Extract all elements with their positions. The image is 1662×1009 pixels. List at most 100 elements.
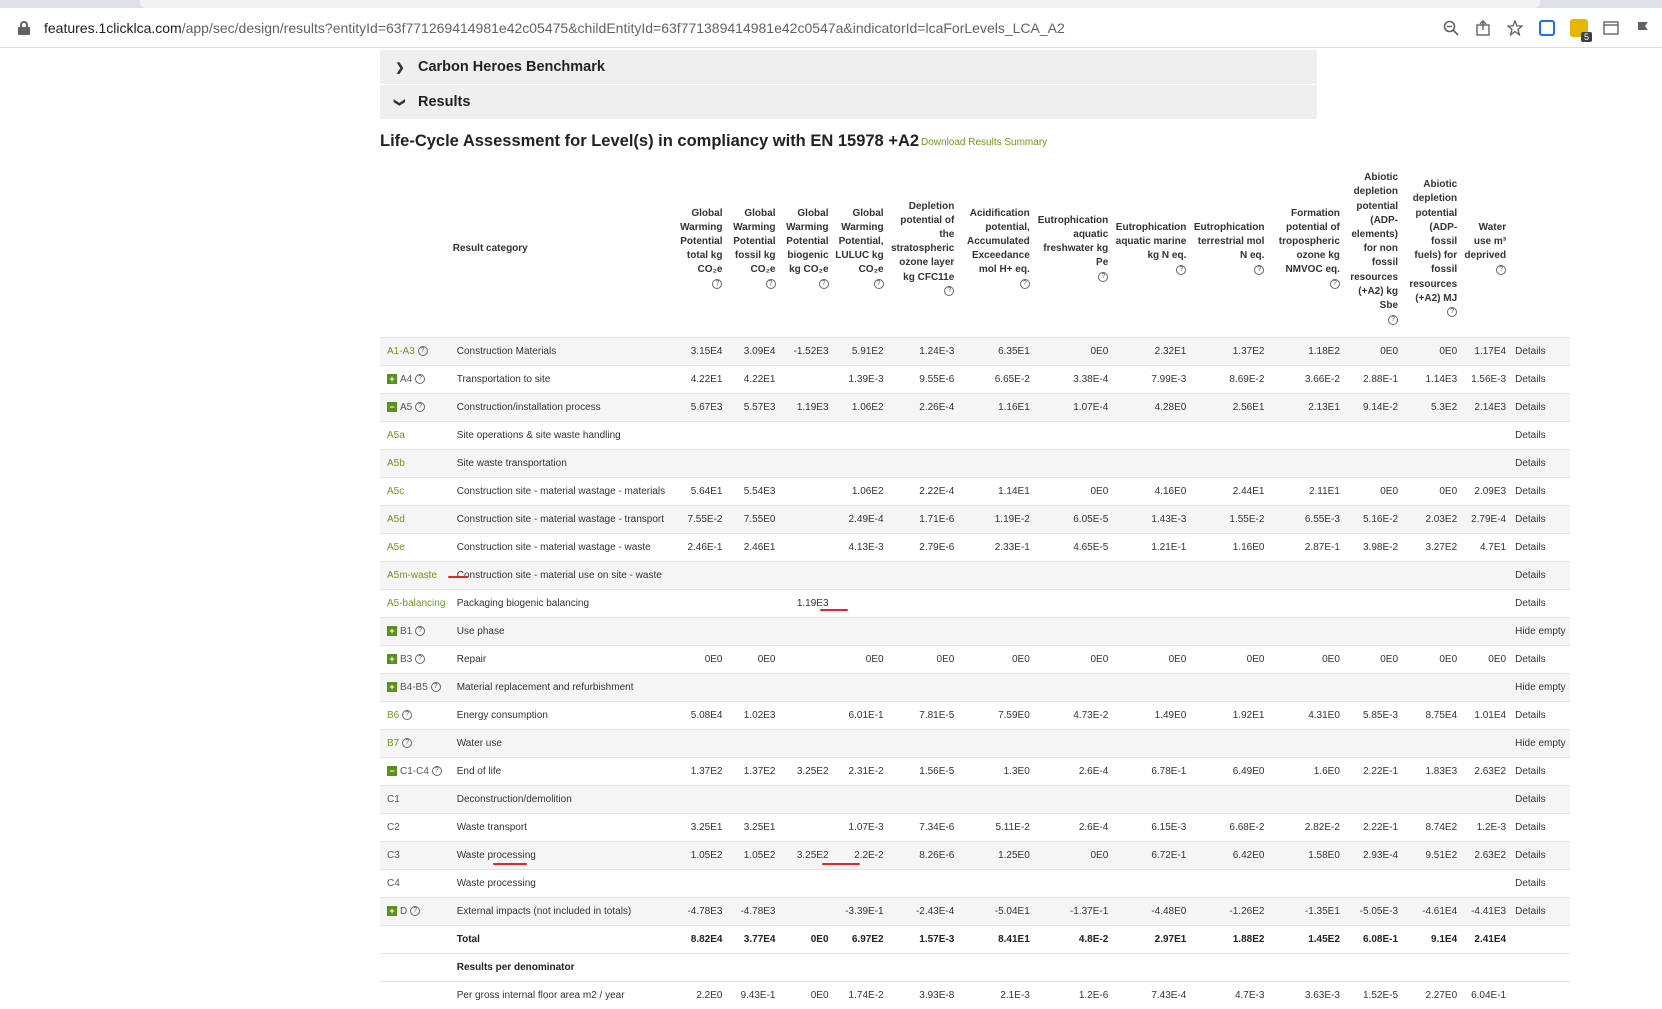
extension-flag-icon[interactable] xyxy=(1634,19,1652,37)
help-icon[interactable]: ? xyxy=(944,286,955,297)
help-icon[interactable]: ? xyxy=(1329,279,1340,290)
value-cell: 1.21E-1 xyxy=(1111,532,1190,561)
help-icon[interactable]: ? xyxy=(402,737,413,748)
extension-badge-icon[interactable]: 5 xyxy=(1570,19,1592,42)
value-cell: 8.69E-2 xyxy=(1189,364,1268,393)
row-category[interactable]: Construction site - material use on site… xyxy=(449,560,673,589)
details-link[interactable]: Details xyxy=(1509,336,1570,365)
help-icon[interactable]: ? xyxy=(1019,279,1030,290)
row-category[interactable]: Construction site - material wastage - w… xyxy=(449,532,673,561)
row-category[interactable]: Packaging biogenic balancing xyxy=(449,588,673,617)
details-link[interactable]: Details xyxy=(1509,868,1570,897)
details-link[interactable]: Details xyxy=(1509,392,1570,421)
value-cell xyxy=(886,784,958,813)
value-cell xyxy=(725,784,779,813)
url-text[interactable]: features.1clicklca.com/app/sec/design/re… xyxy=(44,20,1065,36)
row-category[interactable]: Use phase xyxy=(449,616,673,645)
details-link[interactable]: Details xyxy=(1509,700,1570,729)
value-cell xyxy=(778,504,832,533)
help-icon[interactable]: ? xyxy=(1254,264,1265,275)
help-icon[interactable]: ? xyxy=(431,765,442,776)
extension-screen-icon[interactable] xyxy=(1538,19,1556,37)
value-cell: 7.34E-6 xyxy=(886,812,958,841)
row-category[interactable]: Site waste transportation xyxy=(449,448,673,477)
value-cell: 3.25E1 xyxy=(725,812,779,841)
details-link[interactable]: Details xyxy=(1509,532,1570,561)
details-link[interactable]: Details xyxy=(1509,588,1570,617)
help-icon[interactable]: ? xyxy=(415,401,426,412)
help-icon[interactable]: ? xyxy=(712,279,723,290)
details-link[interactable]: Hide empty xyxy=(1509,672,1570,701)
value-cell xyxy=(778,784,832,813)
help-icon[interactable]: ? xyxy=(1388,314,1399,325)
results-section-toggle[interactable]: ❯ Results xyxy=(380,85,1317,119)
help-icon[interactable]: ? xyxy=(415,653,426,664)
help-icon[interactable]: ? xyxy=(765,279,776,290)
bookmark-star-icon[interactable] xyxy=(1506,19,1524,37)
expand-icon[interactable]: + xyxy=(387,625,397,636)
details-link[interactable]: Details xyxy=(1509,420,1570,449)
details-link[interactable]: Details xyxy=(1509,812,1570,841)
details-link[interactable]: Hide empty xyxy=(1509,728,1570,757)
value-cell xyxy=(886,420,958,449)
details-link[interactable]: Details xyxy=(1509,560,1570,589)
value-cell: -4.61E4 xyxy=(1401,896,1461,925)
empty-cell xyxy=(778,952,832,981)
expand-icon[interactable]: + xyxy=(387,653,397,664)
value-cell: 1.24E-3 xyxy=(886,336,958,365)
help-icon[interactable]: ? xyxy=(873,279,884,290)
details-link[interactable]: Details xyxy=(1509,644,1570,673)
collapse-icon[interactable]: − xyxy=(387,765,397,776)
row-category[interactable]: Site operations & site waste handling xyxy=(449,420,673,449)
details-link[interactable]: Hide empty xyxy=(1509,616,1570,645)
help-icon[interactable]: ? xyxy=(415,373,426,384)
value-cell: 1.01E4 xyxy=(1460,700,1510,729)
details-link[interactable]: Details xyxy=(1509,784,1570,813)
row-category: End of life xyxy=(449,756,673,785)
row-category[interactable]: Material replacement and refurbishment xyxy=(449,672,673,701)
help-icon[interactable]: ? xyxy=(1098,271,1109,282)
expand-icon[interactable]: + xyxy=(387,373,397,384)
row-category[interactable]: Energy consumption xyxy=(449,700,673,729)
help-icon[interactable]: ? xyxy=(818,279,829,290)
expand-icon[interactable]: + xyxy=(387,905,397,916)
help-icon[interactable]: ? xyxy=(1176,264,1187,275)
row-category[interactable]: Construction Materials xyxy=(449,336,673,365)
help-icon[interactable]: ? xyxy=(430,681,441,692)
value-cell xyxy=(1267,868,1343,897)
value-cell xyxy=(1111,784,1190,813)
details-link[interactable]: Details xyxy=(1509,756,1570,785)
details-link[interactable]: Details xyxy=(1509,840,1570,869)
share-icon[interactable] xyxy=(1474,19,1492,37)
value-cell xyxy=(831,784,887,813)
row-category[interactable]: Construction site - material wastage - t… xyxy=(449,504,673,533)
help-icon[interactable]: ? xyxy=(1496,264,1507,275)
value-cell: 0E0 xyxy=(957,644,1033,673)
download-results-link[interactable]: Download Results Summary xyxy=(921,137,1047,148)
lock-icon[interactable] xyxy=(18,20,30,35)
extension-code-icon[interactable] xyxy=(1602,19,1620,37)
help-icon[interactable]: ? xyxy=(417,345,428,356)
benchmark-section-toggle[interactable]: ❯ Carbon Heroes Benchmark xyxy=(380,50,1317,84)
details-link[interactable]: Details xyxy=(1509,364,1570,393)
details-link[interactable]: Details xyxy=(1509,476,1570,505)
expand-icon[interactable]: + xyxy=(387,681,397,692)
row-code: B6 ? xyxy=(380,700,450,729)
value-cell xyxy=(1401,728,1461,757)
help-icon[interactable]: ? xyxy=(402,709,413,720)
row-category[interactable]: Construction site - material wastage - m… xyxy=(449,476,673,505)
browser-address-bar[interactable]: features.1clicklca.com/app/sec/design/re… xyxy=(0,8,1662,48)
collapse-icon[interactable]: − xyxy=(387,401,397,412)
row-category[interactable]: Construction/installation process xyxy=(449,392,673,421)
details-link[interactable]: Details xyxy=(1509,896,1570,925)
row-category[interactable]: Repair xyxy=(449,644,673,673)
help-icon[interactable]: ? xyxy=(1447,307,1458,318)
details-link[interactable]: Details xyxy=(1509,448,1570,477)
row-category[interactable]: Water use xyxy=(449,728,673,757)
zoom-out-icon[interactable] xyxy=(1442,19,1460,37)
row-code: C2 xyxy=(380,812,450,841)
value-cell xyxy=(1189,560,1268,589)
details-link[interactable]: Details xyxy=(1509,504,1570,533)
help-icon[interactable]: ? xyxy=(415,625,426,636)
help-icon[interactable]: ? xyxy=(410,905,421,916)
